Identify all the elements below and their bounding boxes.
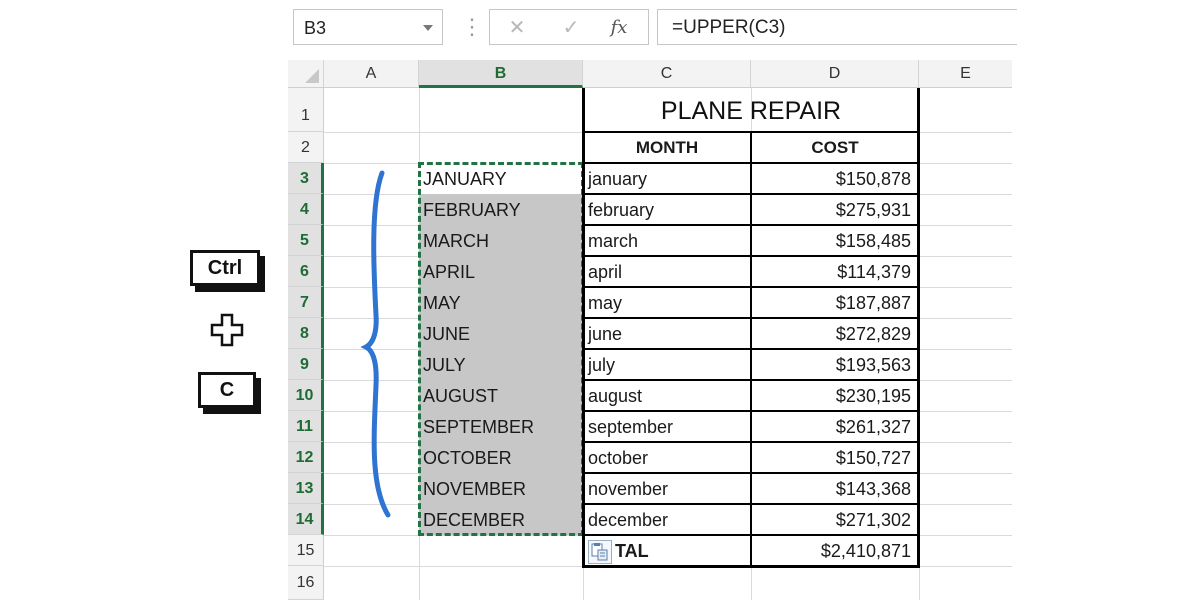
row-header-16[interactable]: 16 [288, 566, 324, 600]
cell-d3[interactable]: $150,878 [751, 163, 919, 194]
plus-icon [210, 313, 244, 347]
row-header-11[interactable]: 11 [288, 411, 324, 442]
row-header-13[interactable]: 13 [288, 473, 324, 504]
cell-d8[interactable]: $272,829 [751, 318, 919, 349]
formula-text: =UPPER(C3) [672, 17, 786, 38]
cell-c6[interactable]: april [583, 256, 751, 287]
cell-c13[interactable]: november [583, 473, 751, 504]
row-header-6[interactable]: 6 [288, 256, 324, 287]
row-header-5[interactable]: 5 [288, 225, 324, 256]
c-key: C [198, 372, 256, 408]
cell-c12[interactable]: october [583, 442, 751, 473]
cell-d13[interactable]: $143,368 [751, 473, 919, 504]
cell-c9[interactable]: july [583, 349, 751, 380]
insert-function-icon[interactable]: fx [606, 16, 632, 40]
name-box[interactable]: B3 [293, 9, 443, 45]
cell-d6[interactable]: $114,379 [751, 256, 919, 287]
cell-d14[interactable]: $271,302 [751, 504, 919, 535]
column-header-b[interactable]: B [419, 60, 583, 88]
brace-annotation [360, 170, 391, 518]
name-box-value: B3 [304, 18, 327, 38]
formula-input[interactable]: =UPPER(C3) [657, 9, 1017, 45]
row-header-8[interactable]: 8 [288, 318, 324, 349]
column-header-e[interactable]: E [919, 60, 1012, 88]
cell-c4[interactable]: february [583, 194, 751, 225]
ctrl-key: Ctrl [190, 250, 260, 286]
cell-d15-total[interactable]: $2,410,871 [751, 535, 919, 566]
copy-marquee [418, 162, 584, 536]
row-header-12[interactable]: 12 [288, 442, 324, 473]
cell-d11[interactable]: $261,327 [751, 411, 919, 442]
cancel-icon[interactable]: ✕ [504, 16, 530, 40]
table-title[interactable]: PLANE REPAIR [583, 88, 919, 132]
column-header-d[interactable]: D [751, 60, 919, 88]
cell-d9[interactable]: $193,563 [751, 349, 919, 380]
chevron-down-icon[interactable] [423, 25, 433, 31]
select-all-button[interactable] [288, 60, 324, 88]
formula-bar-grip-icon[interactable]: ⋮ [461, 13, 483, 41]
row-header-3[interactable]: 3 [288, 163, 324, 194]
cell-d5[interactable]: $158,485 [751, 225, 919, 256]
column-header-a[interactable]: A [324, 60, 419, 88]
cell-d4[interactable]: $275,931 [751, 194, 919, 225]
formula-buttons: ✕ ✓ fx [489, 9, 649, 45]
row-header-7[interactable]: 7 [288, 287, 324, 318]
row-header-2[interactable]: 2 [288, 132, 324, 163]
paste-options-icon[interactable] [588, 540, 612, 564]
cell-d10[interactable]: $230,195 [751, 380, 919, 411]
row-header-10[interactable]: 10 [288, 380, 324, 411]
cell-d12[interactable]: $150,727 [751, 442, 919, 473]
cell-c11[interactable]: september [583, 411, 751, 442]
cell-c8[interactable]: june [583, 318, 751, 349]
cell-c3[interactable]: january [583, 163, 751, 194]
cell-d7[interactable]: $187,887 [751, 287, 919, 318]
cell-c5[interactable]: march [583, 225, 751, 256]
row-header-15[interactable]: 15 [288, 535, 324, 566]
column-header-c[interactable]: C [583, 60, 751, 88]
row-header-1[interactable]: 1 [288, 88, 324, 132]
enter-check-icon[interactable]: ✓ [558, 16, 584, 40]
header-cost[interactable]: COST [751, 132, 919, 163]
cell-c10[interactable]: august [583, 380, 751, 411]
cell-c7[interactable]: may [583, 287, 751, 318]
row-header-14[interactable]: 14 [288, 504, 324, 535]
cell-c14[interactable]: december [583, 504, 751, 535]
header-month[interactable]: MONTH [583, 132, 751, 163]
row-header-9[interactable]: 9 [288, 349, 324, 380]
row-header-4[interactable]: 4 [288, 194, 324, 225]
